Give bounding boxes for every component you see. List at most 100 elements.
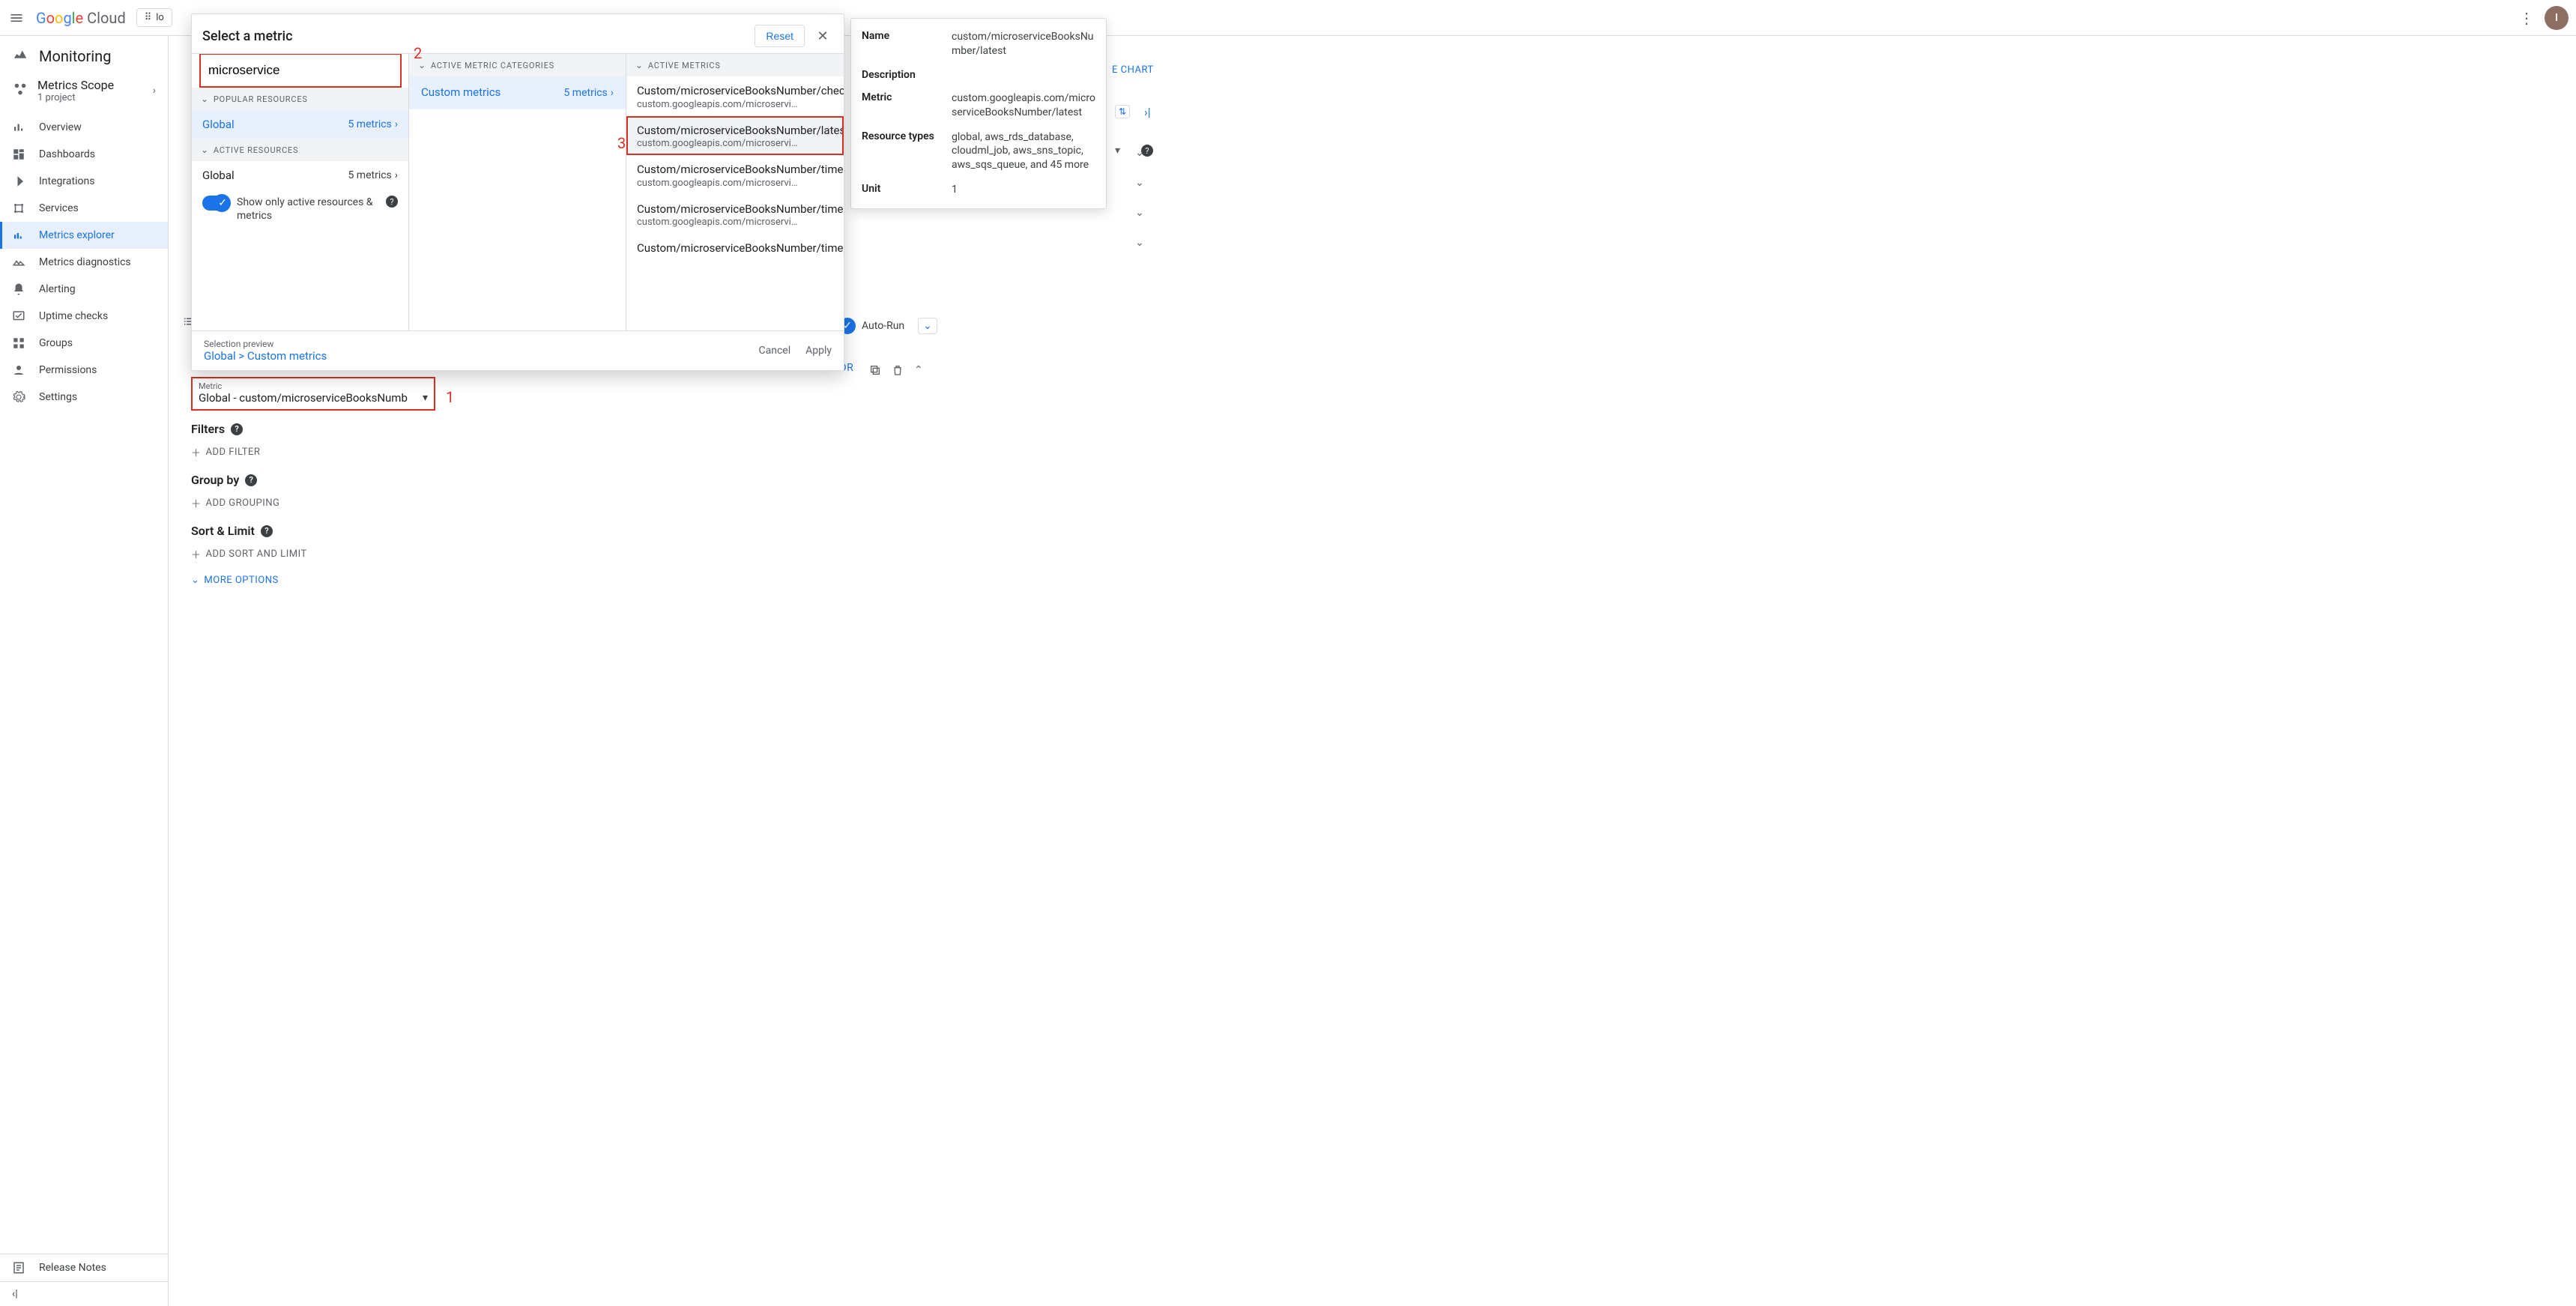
metrics-scope[interactable]: Metrics Scope 1 project ›: [0, 73, 168, 114]
metric-item-latest[interactable]: Custom/microserviceBooksNumber/latest cu…: [626, 116, 844, 156]
sidebar-item-uptime-checks[interactable]: Uptime checks: [0, 303, 168, 330]
metric-dropdown[interactable]: Metric Global - custom/microserviceBooks…: [191, 377, 435, 411]
sidebar-item-services[interactable]: Services: [0, 195, 168, 222]
help-icon[interactable]: ?: [261, 525, 273, 537]
active-categories-header[interactable]: ⌄ACTIVE METRIC CATEGORIES: [409, 54, 626, 76]
add-grouping-button[interactable]: ＋ADD GROUPING: [191, 492, 716, 524]
metric-search-input[interactable]: [199, 54, 402, 88]
more-vert-icon[interactable]: ⋮: [2519, 9, 2534, 27]
chevron-down-icon: ⌄: [191, 575, 199, 586]
sidebar-item-release-notes[interactable]: Release Notes: [0, 1254, 168, 1281]
notes-icon: [12, 1261, 27, 1275]
metrics-explorer-icon: [12, 229, 27, 242]
chevron-down-icon[interactable]: ⌄: [1135, 177, 1144, 189]
categories-column: ⌄ACTIVE METRIC CATEGORIES Custom metrics…: [409, 54, 626, 330]
sidebar-item-metrics-explorer[interactable]: Metrics explorer: [0, 222, 168, 249]
toggle-label: Show only active resources & metrics: [237, 196, 378, 223]
metric-search-wrap: [192, 54, 408, 88]
metric-item-time[interactable]: Custom/microserviceBooksNumber/time cust…: [626, 155, 844, 195]
sidenav-title: Monitoring: [39, 47, 111, 65]
chevron-down-icon: ⌄: [201, 145, 209, 155]
help-icon[interactable]: ?: [245, 474, 257, 486]
chevron-right-icon: ›: [153, 85, 156, 97]
sidebar-item-settings[interactable]: Settings: [0, 384, 168, 411]
chevron-down-icon: ⌄: [635, 60, 644, 70]
scope-title: Metrics Scope: [37, 78, 114, 92]
sortlimit-heading: Sort & Limit ?: [191, 524, 716, 538]
cancel-button[interactable]: Cancel: [758, 345, 790, 357]
dropdown-icon: ▾: [423, 392, 428, 404]
metric-info-panel: Namecustom/microserviceBooksNumber/lates…: [850, 18, 1107, 209]
resources-column: ⌄POPULAR RESOURCES Global 5 metrics › ⌄A…: [192, 54, 409, 330]
hamburger-icon[interactable]: [7, 9, 25, 27]
uptime-icon: [12, 309, 27, 323]
add-filter-button[interactable]: ＋ADD FILTER: [191, 441, 716, 473]
sidebar-item-permissions[interactable]: Permissions: [0, 357, 168, 384]
apply-button[interactable]: Apply: [805, 345, 832, 357]
main: Select a metric Reset ✕ ⌄POPULAR RESOURC…: [169, 36, 2576, 1306]
help-icon[interactable]: ?: [231, 423, 243, 435]
copy-icon[interactable]: [869, 364, 881, 379]
groups-icon: [12, 336, 27, 350]
panel-tool-icons: ⌃: [869, 364, 923, 379]
popular-resources-header[interactable]: ⌄POPULAR RESOURCES: [192, 88, 408, 110]
chevron-down-icon: ⌄: [418, 60, 426, 70]
query-builder: Filters ? ＋ADD FILTER Group by ? ＋ADD GR…: [191, 422, 716, 586]
active-only-toggle-row: ✓ Show only active resources & metrics ?: [192, 190, 408, 229]
avatar[interactable]: I: [2545, 6, 2569, 30]
google-cloud-logo[interactable]: Google Cloud: [36, 9, 126, 27]
chevron-up-icon[interactable]: ⌃: [914, 364, 923, 379]
chevron-down-icon[interactable]: ⌄: [1135, 207, 1144, 219]
dialog-footer: Selection preview Global > Custom metric…: [192, 330, 844, 370]
save-chart-fragment[interactable]: E CHART: [1112, 64, 1154, 76]
updown-icon[interactable]: ⇅: [1115, 105, 1130, 118]
monitoring-icon: [12, 46, 28, 66]
project-name: lo: [156, 12, 164, 23]
help-icon[interactable]: ?: [386, 196, 398, 208]
go-last-icon[interactable]: ›|: [1144, 105, 1151, 119]
active-resources-header[interactable]: ⌄ACTIVE RESOURCES: [192, 139, 408, 161]
category-custom-metrics[interactable]: Custom metrics 5 metrics ›: [409, 76, 626, 109]
chevron-left-icon: ‹|: [12, 1288, 18, 1300]
reset-button[interactable]: Reset: [755, 25, 805, 47]
delete-icon[interactable]: [892, 364, 904, 379]
sidebar-item-overview[interactable]: Overview: [0, 114, 168, 141]
info-metric: custom.googleapis.com/microserviceBooksN…: [952, 91, 1095, 120]
close-icon[interactable]: ✕: [812, 28, 833, 44]
info-unit: 1: [952, 183, 958, 197]
project-icon: ⠿: [145, 12, 152, 23]
filters-heading: Filters ?: [191, 422, 716, 436]
sidebar-item-alerting[interactable]: Alerting: [0, 276, 168, 303]
preview-path: Global > Custom metrics: [204, 349, 327, 363]
metrics-column: ⌄ACTIVE METRICS Custom/microserviceBooks…: [626, 54, 844, 330]
scope-icon: [12, 81, 28, 100]
dropdown-caret[interactable]: ▾: [1115, 145, 1120, 157]
metric-item-time-count[interactable]: Custom/microserviceBooksNumber/time/coun…: [626, 195, 844, 235]
sidebar-item-integrations[interactable]: Integrations: [0, 168, 168, 195]
preview-label: Selection preview: [204, 339, 327, 349]
sidebar-item-metrics-diagnostics[interactable]: Metrics diagnostics: [0, 249, 168, 276]
sidebar-item-dashboards[interactable]: Dashboards: [0, 141, 168, 168]
resource-global[interactable]: Global 5 metrics ›: [192, 110, 408, 139]
more-options-button[interactable]: ⌄MORE OPTIONS: [191, 575, 716, 586]
info-resource-types: global, aws_rds_database, cloudml_job, a…: [952, 130, 1095, 173]
expand-icon[interactable]: ⌄: [918, 318, 937, 334]
chevron-down-icon[interactable]: ⌄: [1135, 237, 1144, 249]
groupby-heading: Group by ?: [191, 473, 716, 487]
metric-box-value: Global - custom/microserviceBooksNumb: [199, 391, 428, 405]
dialog-title: Select a metric: [202, 28, 292, 44]
sidebar-item-groups[interactable]: Groups: [0, 330, 168, 357]
active-metrics-header[interactable]: ⌄ACTIVE METRICS: [626, 54, 844, 76]
metric-item-checks[interactable]: Custom/microserviceBooksNumber/checks cu…: [626, 76, 844, 116]
active-only-toggle[interactable]: ✓: [202, 196, 229, 211]
add-sort-limit-button[interactable]: ＋ADD SORT AND LIMIT: [191, 542, 716, 575]
info-name: custom/microserviceBooksNumber/latest: [952, 30, 1095, 58]
metric-item-time-max[interactable]: Custom/microserviceBooksNumber/time/max: [626, 234, 844, 262]
project-selector[interactable]: ⠿ lo: [136, 8, 172, 27]
collapse-sidenav[interactable]: ‹|: [0, 1281, 168, 1306]
chevron-down-icon: ⌄: [201, 94, 209, 104]
dashboard-icon: [12, 148, 27, 161]
chevron-down-icon[interactable]: ⌄: [1135, 147, 1144, 159]
resource-global-active[interactable]: Global 5 metrics ›: [192, 161, 408, 190]
plus-icon: ＋: [191, 496, 202, 510]
